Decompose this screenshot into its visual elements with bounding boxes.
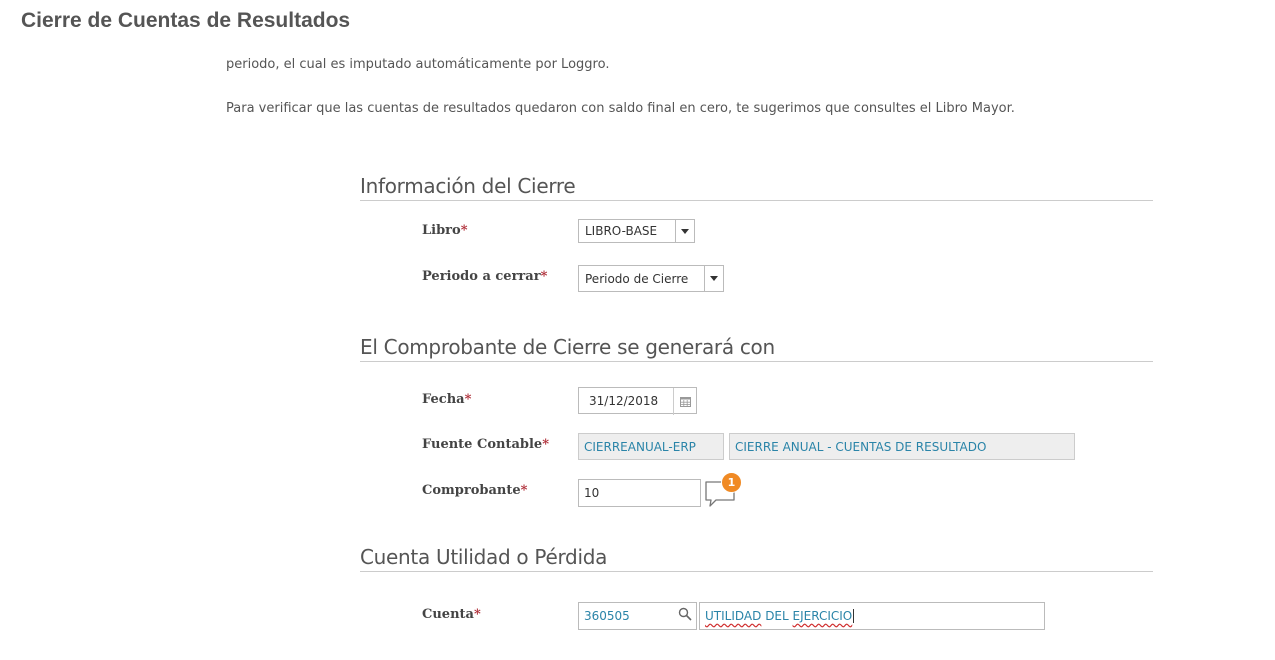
notification-badge: 1 [721, 472, 742, 493]
cuenta-name-word-3: EJERCICIO [792, 609, 853, 623]
caret-down-icon[interactable] [704, 266, 723, 291]
section-title-comprobante: El Comprobante de Cierre se generará con [360, 335, 1153, 362]
fuente-code-value: CIERREANUAL-ERP [584, 439, 696, 454]
cuenta-label-text: Cuenta [422, 607, 474, 622]
caret-down-icon[interactable] [675, 220, 694, 242]
cuenta-name-word-1: UTILIDAD [705, 609, 762, 623]
page-title: Cierre de Cuentas de Resultados [21, 9, 351, 32]
comprobante-input[interactable]: 10 [578, 479, 701, 507]
fecha-label-text: Fecha [422, 392, 465, 407]
intro-text-1: periodo, el cual es imputado automáticam… [226, 57, 610, 72]
required-marker: * [464, 392, 472, 407]
fecha-value: 31/12/2018 [589, 393, 659, 408]
cuenta-label: Cuenta* [422, 607, 481, 622]
periodo-select[interactable]: Periodo de Cierre [578, 265, 724, 292]
cuenta-name-word-2: DEL [765, 609, 789, 623]
required-marker: * [520, 483, 528, 498]
calendar-icon[interactable] [673, 388, 696, 415]
fecha-input[interactable]: 31/12/2018 [578, 387, 697, 415]
libro-label: Libro* [422, 223, 468, 238]
periodo-select-value: Periodo de Cierre [585, 271, 689, 286]
fecha-label: Fecha* [422, 392, 471, 407]
libro-label-text: Libro [422, 223, 461, 238]
comprobante-label-text: Comprobante [422, 483, 521, 498]
section-title-info-cierre: Información del Cierre [360, 174, 1153, 201]
fuente-name-field: CIERRE ANUAL - CUENTAS DE RESULTADO [729, 433, 1075, 460]
intro-text-2: Para verificar que las cuentas de result… [226, 101, 1015, 116]
required-marker: * [542, 437, 549, 452]
libro-select[interactable]: LIBRO-BASE [578, 219, 695, 243]
cuenta-name-value: UTILIDAD DEL EJERCICIO [705, 609, 852, 623]
fuente-label: Fuente Contable* [422, 437, 549, 452]
fuente-name-value: CIERRE ANUAL - CUENTAS DE RESULTADO [735, 439, 987, 454]
required-marker: * [540, 269, 548, 284]
comprobante-value: 10 [584, 486, 600, 500]
libro-select-value: LIBRO-BASE [585, 224, 658, 238]
section-title-cuenta: Cuenta Utilidad o Pérdida [360, 545, 1153, 572]
fuente-label-text: Fuente Contable [422, 437, 543, 452]
required-marker: * [473, 607, 481, 622]
fuente-code-field: CIERREANUAL-ERP [578, 433, 724, 460]
periodo-label-text: Periodo a cerrar [422, 269, 541, 284]
search-icon[interactable] [678, 607, 692, 624]
cuenta-code-value: 360505 [584, 609, 630, 623]
cuenta-code-input[interactable]: 360505 [578, 602, 697, 630]
comprobante-label: Comprobante* [422, 483, 527, 498]
comment-button[interactable]: 1 [704, 472, 744, 508]
cuenta-name-input[interactable]: UTILIDAD DEL EJERCICIO [699, 602, 1045, 630]
periodo-label: Periodo a cerrar* [422, 269, 547, 284]
required-marker: * [460, 223, 468, 238]
text-cursor [853, 609, 855, 623]
